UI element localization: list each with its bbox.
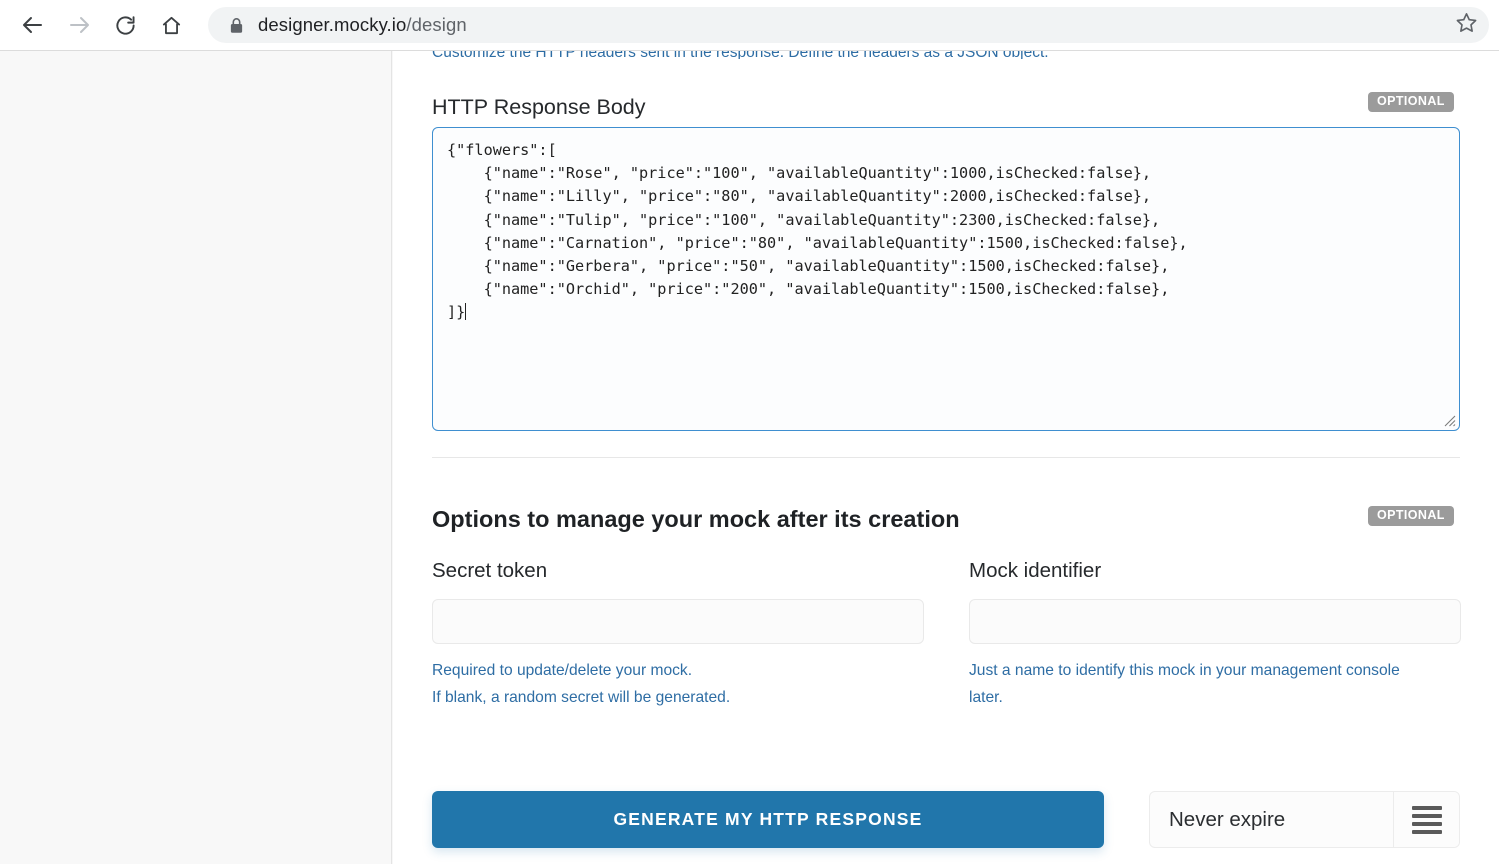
status-badge-options-optional: OPTIONAL <box>1368 506 1454 526</box>
status-badge-body-optional: OPTIONAL <box>1368 92 1454 112</box>
lock-icon <box>226 15 246 35</box>
url-host: designer.mocky.io <box>258 14 406 35</box>
mock-identifier-helper-line-1: Just a name to identify this mock in you… <box>969 657 1461 684</box>
headers-helper-text: Customize the HTTP headers sent in the r… <box>432 51 1049 59</box>
reload-icon <box>114 14 137 37</box>
section-divider <box>432 457 1460 458</box>
resize-handle-icon[interactable] <box>1439 410 1457 428</box>
mock-identifier-helper-line-2: later. <box>969 684 1461 711</box>
page-left-gutter <box>0 51 392 864</box>
star-icon <box>1455 11 1478 39</box>
secret-token-helper-line-1: Required to update/delete your mock. <box>432 657 924 684</box>
http-response-body-label: HTTP Response Body <box>432 95 646 119</box>
secret-token-input[interactable] <box>432 599 924 644</box>
secret-token-helper: Required to update/delete your mock. If … <box>432 657 924 711</box>
secret-token-label: Secret token <box>432 559 924 583</box>
forward-button[interactable] <box>58 4 100 46</box>
url-path: /design <box>406 14 466 35</box>
reload-button[interactable] <box>104 4 146 46</box>
back-button[interactable] <box>12 4 54 46</box>
secret-token-helper-line-2: If blank, a random secret will be genera… <box>432 684 924 711</box>
home-icon <box>160 14 183 37</box>
http-response-body-label-wrap: HTTP Response Body <box>432 95 646 120</box>
page-content: Customize the HTTP headers sent in the r… <box>393 51 1499 864</box>
back-arrow-icon <box>21 13 45 37</box>
url-text: designer.mocky.io/design <box>258 14 467 36</box>
hamburger-menu-icon <box>1412 802 1442 838</box>
browser-toolbar: designer.mocky.io/design <box>0 0 1499 51</box>
http-response-body-value: {"flowers":[ {"name":"Rose", "price":"10… <box>447 141 1188 321</box>
expiration-select[interactable]: Never expire <box>1149 791 1460 848</box>
secret-token-group: Secret token Required to update/delete y… <box>432 559 924 711</box>
mock-identifier-helper: Just a name to identify this mock in you… <box>969 657 1461 711</box>
forward-arrow-icon <box>67 13 91 37</box>
mock-identifier-label: Mock identifier <box>969 559 1461 583</box>
text-caret <box>465 303 466 320</box>
address-bar[interactable]: designer.mocky.io/design <box>208 7 1489 43</box>
expiration-dropdown-toggle[interactable] <box>1393 792 1459 847</box>
generate-http-response-button[interactable]: GENERATE MY HTTP RESPONSE <box>432 791 1104 848</box>
bookmark-button[interactable] <box>1449 8 1483 42</box>
home-button[interactable] <box>150 4 192 46</box>
mock-identifier-input[interactable] <box>969 599 1461 644</box>
mock-identifier-group: Mock identifier Just a name to identify … <box>969 559 1461 711</box>
http-response-body-textarea[interactable]: {"flowers":[ {"name":"Rose", "price":"10… <box>432 127 1460 431</box>
expiration-value: Never expire <box>1150 792 1393 847</box>
page-viewport: Customize the HTTP headers sent in the r… <box>0 51 1499 864</box>
options-section-title: Options to manage your mock after its cr… <box>432 506 960 533</box>
